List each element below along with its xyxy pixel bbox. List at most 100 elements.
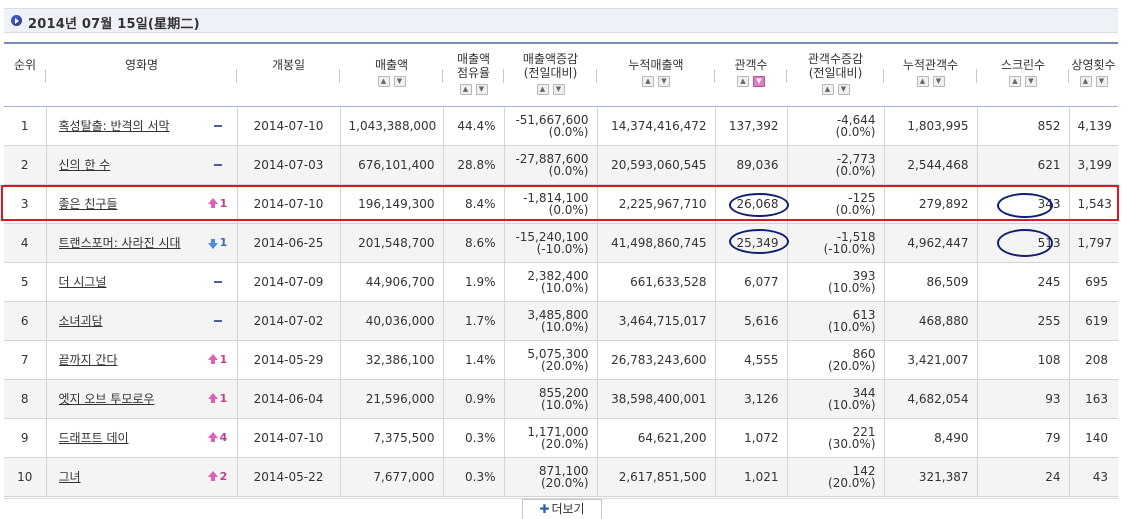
aud-change-value: -4,644 xyxy=(836,112,876,127)
sales-change-cell: -27,887,600 (0.0%) xyxy=(504,145,598,185)
sales-cell: 7,677,000 xyxy=(340,457,444,497)
sort-asc-icon[interactable]: ▲ xyxy=(642,76,654,87)
rank-cell: 9 xyxy=(4,418,47,458)
sort-asc-icon[interactable]: ▲ xyxy=(1009,76,1021,87)
audience-cell: 26,068 xyxy=(715,184,788,224)
share-cell: 0.9% xyxy=(443,379,505,419)
sales-change-cell: 1,171,000 (20.0%) xyxy=(504,418,598,458)
sales-change-value: 5,075,300 xyxy=(527,346,589,361)
sort-desc-icon[interactable]: ▼ xyxy=(932,76,945,87)
sales-change-value: -1,814,100 xyxy=(523,190,589,205)
aud-change-pct: (20.0%) xyxy=(828,358,876,373)
sort-desc-icon[interactable]: ▼ xyxy=(1025,76,1037,87)
cum-aud-cell: 8,490 xyxy=(884,418,978,458)
rank-change xyxy=(199,158,237,171)
rank-change xyxy=(199,314,237,327)
movie-link[interactable]: 신의 한 수 xyxy=(59,156,199,173)
rank-change: 4 xyxy=(199,431,237,444)
rank-change-value: 4 xyxy=(219,431,228,444)
shows-cell: 140 xyxy=(1069,418,1118,458)
header-screens: 스크린수 ▲ ▼ xyxy=(977,42,1069,107)
movie-link[interactable]: 소녀괴담 xyxy=(59,312,199,329)
table-row: 7 끝까지 간다 1 2014-05-29 32,386,100 1.4% 5,075,30… xyxy=(4,340,1118,380)
boxoffice-table-wrap: 순위 영화명 개봉일 매출액 ▲ ▼ 매출액 점유율 ▲ ▼ 매출액증감 (전일대비) ▲… xyxy=(4,42,1118,497)
rank-change: 1 xyxy=(199,392,237,405)
movie-link[interactable]: 더 시그널 xyxy=(59,273,199,290)
more-button[interactable]: ✚ 더보기 xyxy=(522,499,602,519)
table-row: 9 드래프트 데이 4 2014-07-10 7,375,500 0.3% 1,171,00… xyxy=(4,418,1118,458)
no-change-icon xyxy=(213,281,222,283)
movie-name-cell: 트랜스포머: 사라진 시대 1 xyxy=(46,223,238,263)
release-date-cell: 2014-06-25 xyxy=(237,223,341,263)
movie-link[interactable]: 좋은 친구들 xyxy=(59,195,199,212)
sort-asc-icon[interactable]: ▲ xyxy=(1079,76,1092,87)
sort-desc-icon[interactable]: ▼ xyxy=(393,76,406,87)
sales-change-pct: (10.0%) xyxy=(541,397,589,412)
sales-change-cell: 3,485,800 (10.0%) xyxy=(504,301,598,341)
release-date-cell: 2014-06-04 xyxy=(237,379,341,419)
bullet-arrow-icon xyxy=(11,15,22,26)
sales-change-pct: (10.0%) xyxy=(541,280,589,295)
audience-cell: 3,126 xyxy=(715,379,788,419)
screens-cell: 93 xyxy=(977,379,1070,419)
rank-cell: 4 xyxy=(4,223,47,263)
sort-asc-icon[interactable]: ▲ xyxy=(377,76,390,87)
movie-name-cell: 좋은 친구들 1 xyxy=(46,184,238,224)
sales-change-value: -15,240,100 xyxy=(515,229,589,244)
aud-change-pct: (0.0%) xyxy=(835,124,876,139)
screens-cell: 24 xyxy=(977,457,1070,497)
rank-change: 1 xyxy=(199,353,237,366)
sales-change-pct: (20.0%) xyxy=(541,475,589,490)
movie-link[interactable]: 그녀 xyxy=(59,468,199,485)
sort-desc-icon[interactable]: ▼ xyxy=(552,84,565,95)
table-header-row: 순위 영화명 개봉일 매출액 ▲ ▼ 매출액 점유율 ▲ ▼ 매출액증감 (전일대비) ▲… xyxy=(4,42,1118,107)
movie-link[interactable]: 트랜스포머: 사라진 시대 xyxy=(59,234,199,251)
sales-cell: 1,043,388,000 xyxy=(340,106,444,146)
aud-change-value: 344 xyxy=(852,385,876,400)
sort-asc-icon[interactable]: ▲ xyxy=(737,76,749,87)
cum-aud-cell: 279,892 xyxy=(884,184,978,224)
aud-change-cell: 142 (20.0%) xyxy=(787,457,885,497)
rank-cell: 3 xyxy=(4,184,47,224)
sort-desc-icon[interactable]: ▼ xyxy=(837,84,850,95)
sort-asc-icon[interactable]: ▲ xyxy=(916,76,929,87)
header-sales-change: 매출액증감 (전일대비) ▲ ▼ xyxy=(504,42,597,107)
no-change-icon xyxy=(213,320,222,322)
header-movie: 영화명 xyxy=(46,42,237,107)
sort-desc-icon[interactable]: ▼ xyxy=(475,84,488,95)
cum-aud-cell: 1,803,995 xyxy=(884,106,978,146)
movie-name-cell: 그녀 2 xyxy=(46,457,238,497)
sort-asc-icon[interactable]: ▲ xyxy=(536,84,549,95)
share-cell: 8.6% xyxy=(443,223,505,263)
audience-cell: 4,555 xyxy=(715,340,788,380)
movie-link[interactable]: 혹성탈출: 반격의 서막 xyxy=(59,117,199,134)
aud-change-value: -2,773 xyxy=(836,151,876,166)
movie-link[interactable]: 드래프트 데이 xyxy=(59,429,199,446)
sales-change-value: -27,887,600 xyxy=(515,151,589,166)
movie-link[interactable]: 끝까지 간다 xyxy=(59,351,199,368)
audience-cell: 5,616 xyxy=(715,301,788,341)
table-row: 5더 시그널 2014-07-09 44,906,700 1.9% 2,382,400(… xyxy=(4,262,1118,302)
movie-name-cell: 신의 한 수 xyxy=(46,145,238,185)
sort-asc-icon[interactable]: ▲ xyxy=(821,84,834,95)
sort-desc-icon[interactable]: ▼ xyxy=(1095,76,1108,87)
audience-cell: 6,077 xyxy=(715,262,788,302)
screens-cell: 343 xyxy=(977,184,1070,224)
movie-name-cell: 끝까지 간다 1 xyxy=(46,340,238,380)
table-body: 1 혹성탈출: 반격의 서막 2014-07-10 1,043,388,000 44.4… xyxy=(4,106,1118,497)
no-change-icon xyxy=(213,125,222,127)
movie-link[interactable]: 엣지 오브 투모로우 xyxy=(59,390,199,407)
screens-cell: 245 xyxy=(977,262,1070,302)
rank-cell: 2 xyxy=(4,145,47,185)
movie-name-cell: 혹성탈출: 반격의 서막 xyxy=(46,106,238,146)
aud-change-value: 221 xyxy=(852,424,876,439)
audience-cell: 25,349 xyxy=(715,223,788,263)
sort-desc-icon[interactable]: ▼ xyxy=(753,76,765,87)
rank-cell: 10 xyxy=(4,457,47,497)
movie-name-cell: 엣지 오브 투모로우 1 xyxy=(46,379,238,419)
aud-change-pct: (-10.0%) xyxy=(823,241,876,256)
audience-cell: 1,072 xyxy=(715,418,788,458)
sort-asc-icon[interactable]: ▲ xyxy=(459,84,472,95)
audience-cell: 137,392 xyxy=(715,106,788,146)
sort-desc-icon[interactable]: ▼ xyxy=(658,76,670,87)
